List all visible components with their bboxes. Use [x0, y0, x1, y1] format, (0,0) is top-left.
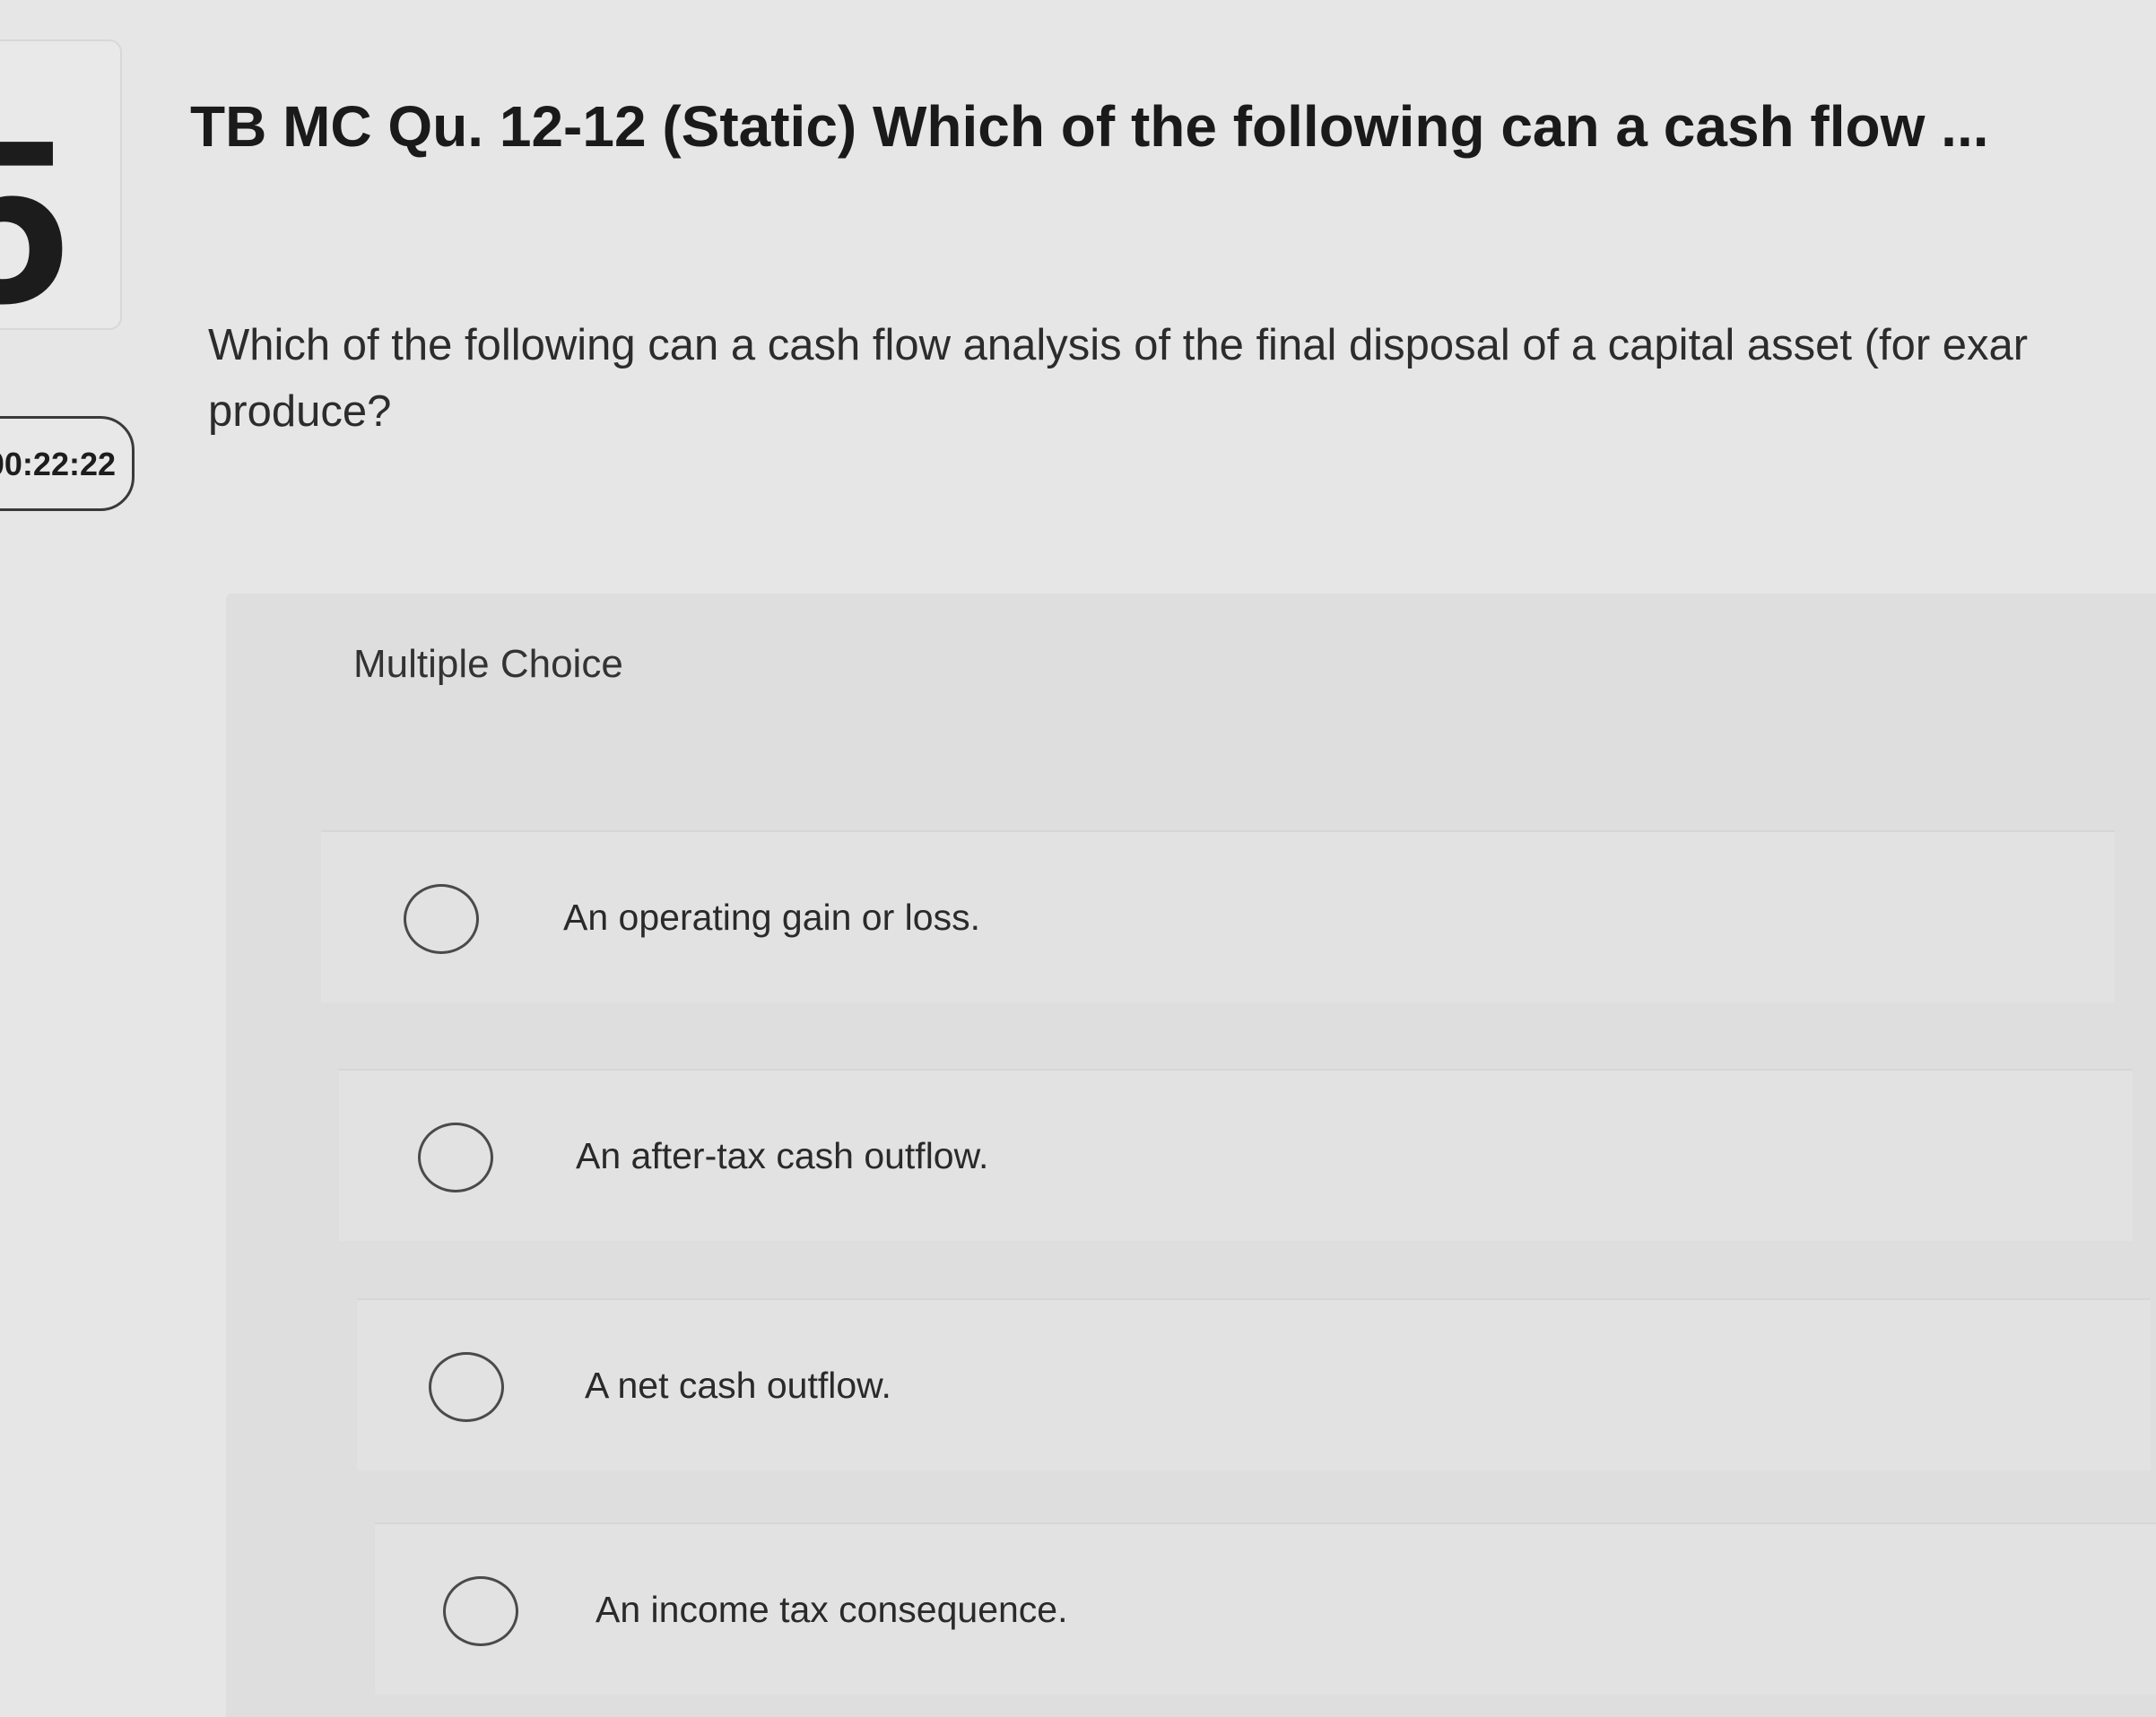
multiple-choice-label: Multiple Choice [353, 642, 623, 686]
timer: 00:22:22 [0, 416, 135, 511]
choice-option[interactable]: An after-tax cash outflow. [339, 1069, 2133, 1241]
choice-text: An income tax consequence. [596, 1589, 1068, 1630]
choice-option[interactable]: An income tax consequence. [375, 1522, 2156, 1695]
question-title: TB MC Qu. 12-12 (Static) Which of the fo… [190, 94, 1989, 159]
question-number: 5 [0, 106, 69, 328]
choice-text: An after-tax cash outflow. [576, 1135, 989, 1176]
question-number-card: 5 [0, 39, 122, 330]
choice-text: A net cash outflow. [585, 1365, 891, 1406]
radio-button[interactable] [443, 1576, 518, 1646]
choice-option[interactable]: A net cash outflow. [357, 1298, 2151, 1470]
timer-text: 00:22:22 [0, 446, 116, 482]
question-prompt-line: Which of the following can a cash flow a… [208, 321, 2029, 369]
radio-button[interactable] [429, 1352, 504, 1422]
question-prompt: Which of the following can a cash flow a… [208, 312, 2156, 445]
multiple-choice-panel: Multiple Choice An operating gain or los… [226, 594, 2156, 1717]
choice-option[interactable]: An operating gain or loss. [321, 830, 2115, 1002]
radio-button[interactable] [418, 1123, 493, 1192]
question-prompt-line: produce? [208, 387, 392, 436]
radio-button[interactable] [404, 884, 479, 954]
choice-text: An operating gain or loss. [563, 897, 980, 938]
